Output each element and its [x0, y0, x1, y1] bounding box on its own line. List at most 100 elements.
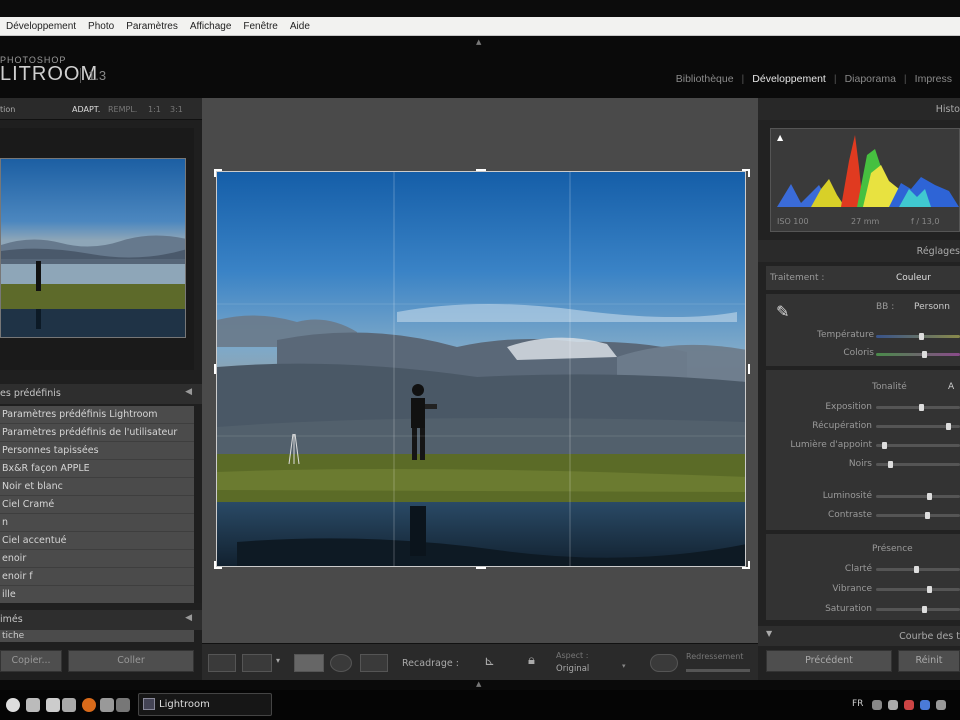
preset-item[interactable]: ille	[0, 586, 194, 604]
quicklaunch-icon[interactable]	[62, 698, 76, 712]
lock-icon[interactable]: 🔒︎	[528, 653, 535, 668]
collapse-triangle-icon[interactable]: ◀	[185, 387, 192, 397]
contrast-slider[interactable]	[876, 512, 960, 519]
crop-handle-right[interactable]	[748, 364, 750, 374]
paste-settings-button[interactable]: Coller	[68, 650, 194, 672]
slider-thumb[interactable]	[927, 493, 932, 500]
crop-handle-bottom-right[interactable]	[748, 561, 750, 569]
expand-triangle-icon[interactable]: ▼	[766, 629, 772, 638]
loupe-view-button[interactable]	[208, 654, 236, 672]
zoom-fill-option[interactable]: REMPL.	[108, 105, 137, 114]
preset-item[interactable]: Bx&R façon APPLE	[0, 460, 194, 478]
crop-overlay-tool-icon[interactable]	[294, 654, 324, 672]
slider-thumb[interactable]	[882, 442, 887, 449]
slider-thumb[interactable]	[946, 423, 951, 430]
menu-fenetre[interactable]: Fenêtre	[237, 21, 283, 32]
main-photo-crop-overlay[interactable]	[216, 171, 746, 567]
tone-curve-header[interactable]: ▼ Courbe des t	[758, 626, 960, 646]
wb-select[interactable]: Personn	[914, 302, 950, 312]
aspect-select[interactable]: Original	[556, 664, 589, 674]
preset-item[interactable]: Ciel Cramé	[0, 496, 194, 514]
recovery-slider[interactable]	[876, 423, 960, 430]
histogram-header[interactable]: Histo	[758, 98, 960, 120]
preset-item[interactable]: Ciel accentué	[0, 532, 194, 550]
straighten-slider[interactable]	[686, 669, 750, 672]
slider-thumb[interactable]	[922, 606, 927, 613]
slider-thumb[interactable]	[925, 512, 930, 519]
temperature-slider[interactable]	[876, 333, 960, 340]
quicklaunch-icon[interactable]	[116, 698, 130, 712]
snapshots-panel-header[interactable]: imés ◀	[0, 610, 202, 630]
module-impression[interactable]: Impress	[907, 73, 960, 85]
exposure-slider[interactable]	[876, 404, 960, 411]
preset-item[interactable]: enoir	[0, 550, 194, 568]
red-eye-tool-icon[interactable]	[330, 654, 352, 672]
treatment-color-option[interactable]: Couleur	[896, 273, 931, 283]
tray-icon[interactable]	[936, 700, 946, 710]
crop-handle-top-right[interactable]	[748, 169, 750, 177]
basic-panel-header[interactable]: Réglages	[758, 240, 960, 262]
menu-parametres[interactable]: Paramètres	[120, 21, 184, 32]
menu-affichage[interactable]: Affichage	[184, 21, 238, 32]
preset-folder-user[interactable]: Paramètres prédéfinis de l'utilisateur	[0, 424, 194, 442]
white-balance-eyedropper-icon[interactable]: ✎	[776, 302, 789, 321]
module-bibliotheque[interactable]: Bibliothèque	[668, 73, 742, 85]
language-indicator[interactable]: FR	[852, 699, 863, 709]
slider-thumb[interactable]	[922, 351, 927, 358]
tray-icon[interactable]	[920, 700, 930, 710]
slider-thumb[interactable]	[927, 586, 932, 593]
collapse-triangle-icon[interactable]: ◀	[185, 613, 192, 623]
preset-folder-lightroom[interactable]: Paramètres prédéfinis Lightroom	[0, 406, 194, 424]
taskbar-lightroom-button[interactable]: Lightroom	[138, 693, 272, 716]
crop-handle-top-left[interactable]	[214, 169, 216, 177]
tray-icon[interactable]	[872, 700, 882, 710]
aspect-dropdown-icon[interactable]: ▾	[622, 662, 626, 670]
preset-item[interactable]: enoir f	[0, 568, 194, 586]
menu-developpement[interactable]: Développement	[0, 21, 82, 32]
presets-panel-header[interactable]: es prédéfinis ◀	[0, 384, 202, 404]
menu-aide[interactable]: Aide	[284, 21, 316, 32]
zoom-1-1-option[interactable]: 1:1	[148, 105, 161, 114]
menu-photo[interactable]: Photo	[82, 21, 120, 32]
snapshot-item[interactable]: tiche	[0, 630, 194, 642]
straighten-tool-icon[interactable]	[650, 654, 678, 672]
clarity-slider[interactable]	[876, 566, 960, 573]
copy-settings-button[interactable]: Copier...	[0, 650, 62, 672]
zoom-3-1-option[interactable]: 3:1	[170, 105, 183, 114]
slider-thumb[interactable]	[919, 404, 924, 411]
saturation-slider[interactable]	[876, 606, 960, 613]
crop-angle-icon[interactable]: ⊾	[484, 654, 495, 669]
navigator-header[interactable]: tion ADAPT. REMPL. 1:1 3:1	[0, 98, 202, 120]
preset-item[interactable]: Personnes tapissées	[0, 442, 194, 460]
blacks-slider[interactable]	[876, 461, 960, 468]
spot-removal-tool-icon[interactable]	[360, 654, 388, 672]
tray-icon[interactable]	[904, 700, 914, 710]
tint-slider[interactable]	[876, 351, 960, 358]
vibrance-slider[interactable]	[876, 586, 960, 593]
navigator-thumbnail[interactable]	[0, 158, 186, 338]
tray-icon[interactable]	[888, 700, 898, 710]
firefox-icon[interactable]	[82, 698, 96, 712]
collapse-top-arrow-icon[interactable]: ▲	[476, 38, 481, 46]
previous-button[interactable]: Précédent	[766, 650, 892, 672]
histogram[interactable]: ▲ ISO 100 27 mm f / 13,0	[770, 128, 960, 232]
tone-auto-button[interactable]: A	[948, 382, 954, 392]
quicklaunch-icon[interactable]	[100, 698, 114, 712]
crop-handle-left[interactable]	[214, 364, 216, 374]
collapse-bottom-arrow-icon[interactable]: ▲	[476, 680, 481, 688]
module-diaporama[interactable]: Diaporama	[837, 73, 904, 85]
slider-thumb[interactable]	[914, 566, 919, 573]
quicklaunch-icon[interactable]	[26, 698, 40, 712]
crop-handle-bottom-left[interactable]	[214, 561, 216, 569]
crop-handle-bottom[interactable]	[476, 567, 486, 569]
slider-thumb[interactable]	[888, 461, 893, 468]
crop-handle-top[interactable]	[476, 169, 486, 171]
module-developpement[interactable]: Développement	[744, 73, 834, 85]
reset-button[interactable]: Réinit	[898, 650, 960, 672]
brightness-slider[interactable]	[876, 493, 960, 500]
slider-thumb[interactable]	[919, 333, 924, 340]
zoom-fit-option[interactable]: ADAPT.	[72, 105, 100, 114]
start-orb-icon[interactable]	[6, 698, 20, 712]
preset-item[interactable]: Noir et blanc	[0, 478, 194, 496]
preset-item[interactable]: n	[0, 514, 194, 532]
